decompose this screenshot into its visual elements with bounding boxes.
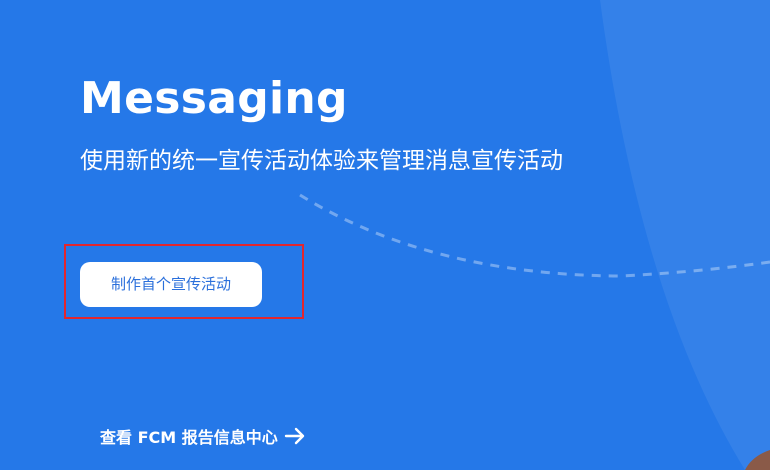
page-title: Messaging xyxy=(80,73,348,124)
fcm-report-link-label: 查看 FCM 报告信息中心 xyxy=(100,428,278,447)
page-subtitle: 使用新的统一宣传活动体验来管理消息宣传活动 xyxy=(80,148,563,174)
fcm-report-link[interactable]: 查看 FCM 报告信息中心 xyxy=(100,422,306,450)
create-first-campaign-button[interactable]: 制作首个宣传活动 xyxy=(80,262,262,307)
arrow-right-icon xyxy=(284,426,306,446)
large-arc-shape xyxy=(600,0,770,470)
